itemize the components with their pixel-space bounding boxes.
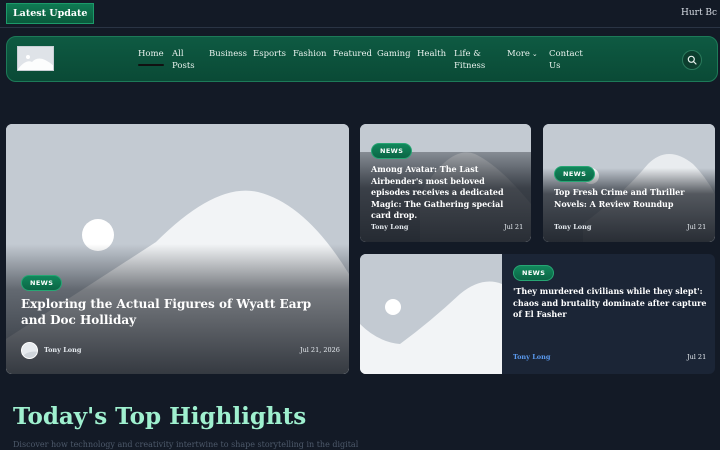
card-author[interactable]: Tony Long: [513, 353, 550, 361]
card-title[interactable]: 'They murdered civilians while they slep…: [513, 286, 709, 321]
nav-more-label: More: [507, 49, 530, 59]
article-card[interactable]: NEWS Among Avatar: The Last Airbender's …: [360, 124, 531, 242]
search-button[interactable]: [682, 50, 702, 70]
nav-business[interactable]: Business: [209, 48, 247, 60]
card-image[interactable]: [360, 254, 502, 374]
card-title[interactable]: Top Fresh Crime and Thriller Novels: A R…: [554, 187, 706, 210]
logo-placeholder-icon: [18, 47, 53, 70]
nav-fashion[interactable]: Fashion: [293, 48, 327, 60]
card-author[interactable]: Tony Long: [371, 223, 408, 231]
card-category-badge[interactable]: NEWS: [513, 265, 555, 281]
latest-update-badge: Latest Update: [6, 3, 95, 24]
card-date: Jul 21: [504, 223, 524, 231]
author-avatar[interactable]: [21, 342, 38, 359]
featured-author[interactable]: Tony Long: [44, 346, 81, 354]
nav-contact-us[interactable]: Contact Us: [549, 48, 583, 72]
article-card[interactable]: NEWS Top Fresh Crime and Thriller Novels…: [543, 124, 715, 242]
featured-article-card[interactable]: NEWS Exploring the Actual Figures of Wya…: [6, 124, 349, 374]
search-icon: [687, 55, 697, 65]
nav-all-posts[interactable]: All Posts: [172, 48, 198, 72]
main-navbar: Home All Posts Business Esports Fashion …: [6, 36, 718, 82]
ticker-bar: Latest Update Hurt Bc: [0, 0, 720, 28]
card-category-badge[interactable]: NEWS: [554, 166, 596, 182]
nav-home[interactable]: Home: [138, 48, 164, 66]
section-subtitle: Discover how technology and creativity i…: [13, 440, 359, 449]
nav-featured[interactable]: Featured: [333, 48, 372, 60]
featured-title[interactable]: Exploring the Actual Figures of Wyatt Ea…: [21, 296, 336, 328]
ticker-headline[interactable]: Hurt Bc: [681, 8, 717, 18]
card-date: Jul 21: [687, 223, 707, 231]
chevron-down-icon: ⌄: [531, 50, 538, 58]
featured-date: Jul 21, 2026: [300, 346, 340, 354]
section-title: Today's Top Highlights: [13, 403, 307, 430]
card-title[interactable]: Among Avatar: The Last Airbender's most …: [371, 164, 523, 222]
nav-gaming[interactable]: Gaming: [377, 48, 411, 60]
nav-health[interactable]: Health: [417, 48, 446, 60]
card-category-badge[interactable]: NEWS: [371, 143, 413, 159]
nav-life-fitness[interactable]: Life & Fitness: [454, 48, 488, 72]
card-date: Jul 21: [687, 353, 707, 361]
nav-esports[interactable]: Esports: [253, 48, 286, 60]
card-author[interactable]: Tony Long: [554, 223, 591, 231]
site-logo[interactable]: [17, 46, 54, 71]
featured-category-badge[interactable]: NEWS: [21, 275, 63, 291]
card-image-placeholder: [360, 254, 502, 374]
article-card-wide[interactable]: NEWS 'They murdered civilians while they…: [360, 254, 715, 374]
nav-more[interactable]: More ⌄: [507, 48, 538, 60]
